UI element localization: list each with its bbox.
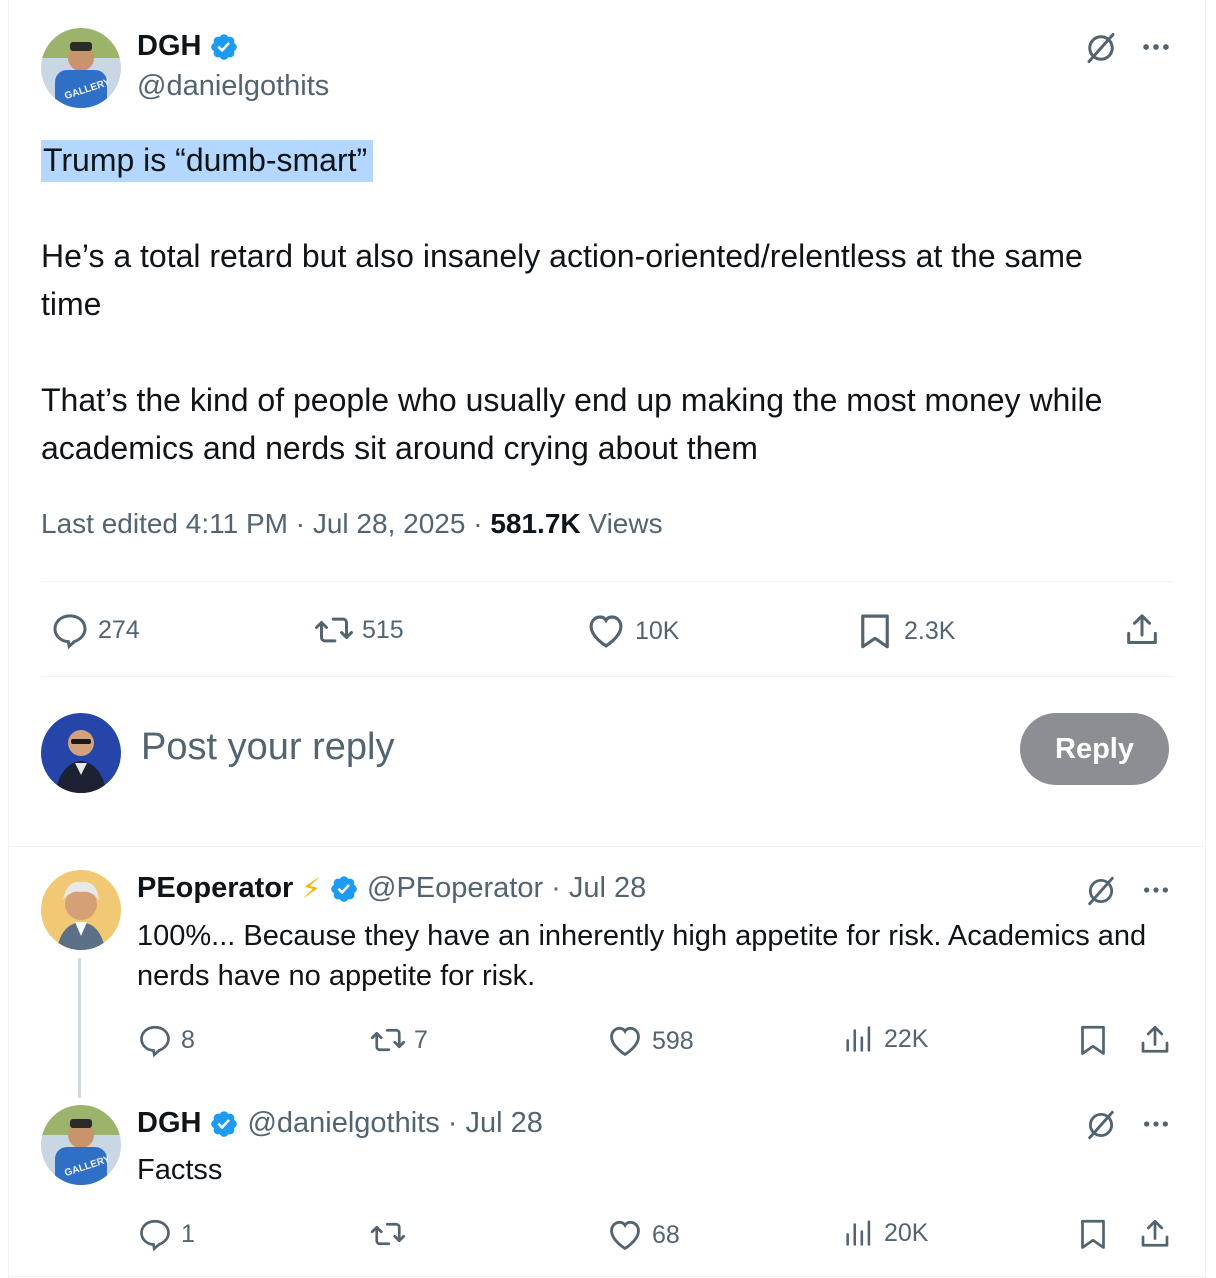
reply-icon: [50, 610, 90, 650]
views-icon: [842, 1216, 876, 1250]
verified-badge-icon[interactable]: [209, 32, 239, 62]
repost-button[interactable]: [370, 1216, 414, 1252]
repost-icon: [370, 1022, 406, 1058]
tweet-text: Trump is “dumb-smart” He’s a total retar…: [41, 136, 1151, 472]
reply-text: Factss: [137, 1154, 223, 1186]
reply-date[interactable]: · Jul 28: [448, 1107, 543, 1140]
reply-button[interactable]: 274: [50, 610, 140, 650]
more-icon[interactable]: [1140, 874, 1172, 906]
bookmark-icon: [854, 610, 896, 652]
reply-avatar[interactable]: [41, 870, 121, 950]
more-icon[interactable]: [1139, 30, 1173, 64]
reply-author-name[interactable]: DGH: [137, 1107, 201, 1140]
reply-date[interactable]: · Jul 28: [551, 872, 646, 905]
reply-button[interactable]: 8: [137, 1022, 195, 1058]
divider: [8, 846, 1206, 847]
reply-author-name[interactable]: PEoperator: [137, 872, 293, 905]
reply-author-handle[interactable]: @PEoperator: [367, 872, 543, 905]
reply-avatar[interactable]: GALLERY: [41, 1105, 121, 1185]
author-avatar[interactable]: GALLERY: [41, 28, 121, 108]
repost-icon: [314, 610, 354, 650]
views-icon: [842, 1022, 876, 1056]
reply-icon: [137, 1216, 173, 1252]
divider: [41, 581, 1173, 582]
like-button[interactable]: 68: [606, 1216, 680, 1254]
verified-badge-icon[interactable]: [329, 874, 359, 904]
repost-icon: [370, 1216, 406, 1252]
selected-text: Trump is “dumb-smart”: [41, 140, 374, 182]
user-avatar[interactable]: [41, 713, 121, 793]
reply-text: 100%... Because they have an inherently …: [137, 920, 1147, 992]
reply-input[interactable]: Post your reply: [141, 726, 394, 769]
repost-button[interactable]: 515: [314, 610, 404, 650]
heart-icon: [606, 1022, 644, 1060]
bookmark-button[interactable]: 2.3K: [854, 610, 955, 652]
divider: [8, 1276, 1206, 1277]
reply-author-handle[interactable]: @danielgothits: [247, 1107, 439, 1140]
bookmark-icon[interactable]: [1075, 1216, 1111, 1252]
tweet-paragraph: That’s the kind of people who usually en…: [41, 382, 1103, 466]
reply-button[interactable]: 1: [137, 1216, 195, 1252]
verified-badge-icon[interactable]: [209, 1109, 239, 1139]
views-count: 581.7K: [490, 508, 581, 539]
more-icon[interactable]: [1140, 1108, 1172, 1140]
tweet-paragraph: He’s a total retard but also insanely ac…: [41, 238, 1083, 322]
author-name[interactable]: DGH: [137, 30, 201, 63]
grok-icon[interactable]: [1083, 30, 1119, 66]
grok-icon[interactable]: [1084, 874, 1118, 908]
grok-icon[interactable]: [1084, 1108, 1118, 1142]
tweet-meta: Last edited 4:11 PM · Jul 28, 2025 · 581…: [41, 508, 663, 539]
heart-icon: [606, 1216, 644, 1254]
bookmark-icon[interactable]: [1075, 1022, 1111, 1058]
divider: [41, 676, 1173, 677]
like-button[interactable]: 598: [606, 1022, 694, 1060]
like-button[interactable]: 10K: [585, 610, 679, 652]
share-icon[interactable]: [1137, 1216, 1173, 1252]
post-date[interactable]: Jul 28, 2025: [313, 508, 466, 539]
reply-icon: [137, 1022, 173, 1058]
heart-icon: [585, 610, 627, 652]
lightning-emoji: ⚡: [301, 873, 321, 904]
share-icon[interactable]: [1122, 610, 1162, 650]
author-handle[interactable]: @danielgothits: [137, 70, 329, 103]
views-label: Views: [588, 508, 663, 539]
views-button[interactable]: 20K: [842, 1216, 928, 1250]
repost-button[interactable]: 7: [370, 1022, 428, 1058]
thread-line: [78, 958, 81, 1098]
edited-timestamp[interactable]: Last edited 4:11 PM: [41, 508, 288, 539]
reply-submit-button[interactable]: Reply: [1020, 713, 1169, 785]
views-button[interactable]: 22K: [842, 1022, 928, 1056]
share-icon[interactable]: [1137, 1022, 1173, 1058]
